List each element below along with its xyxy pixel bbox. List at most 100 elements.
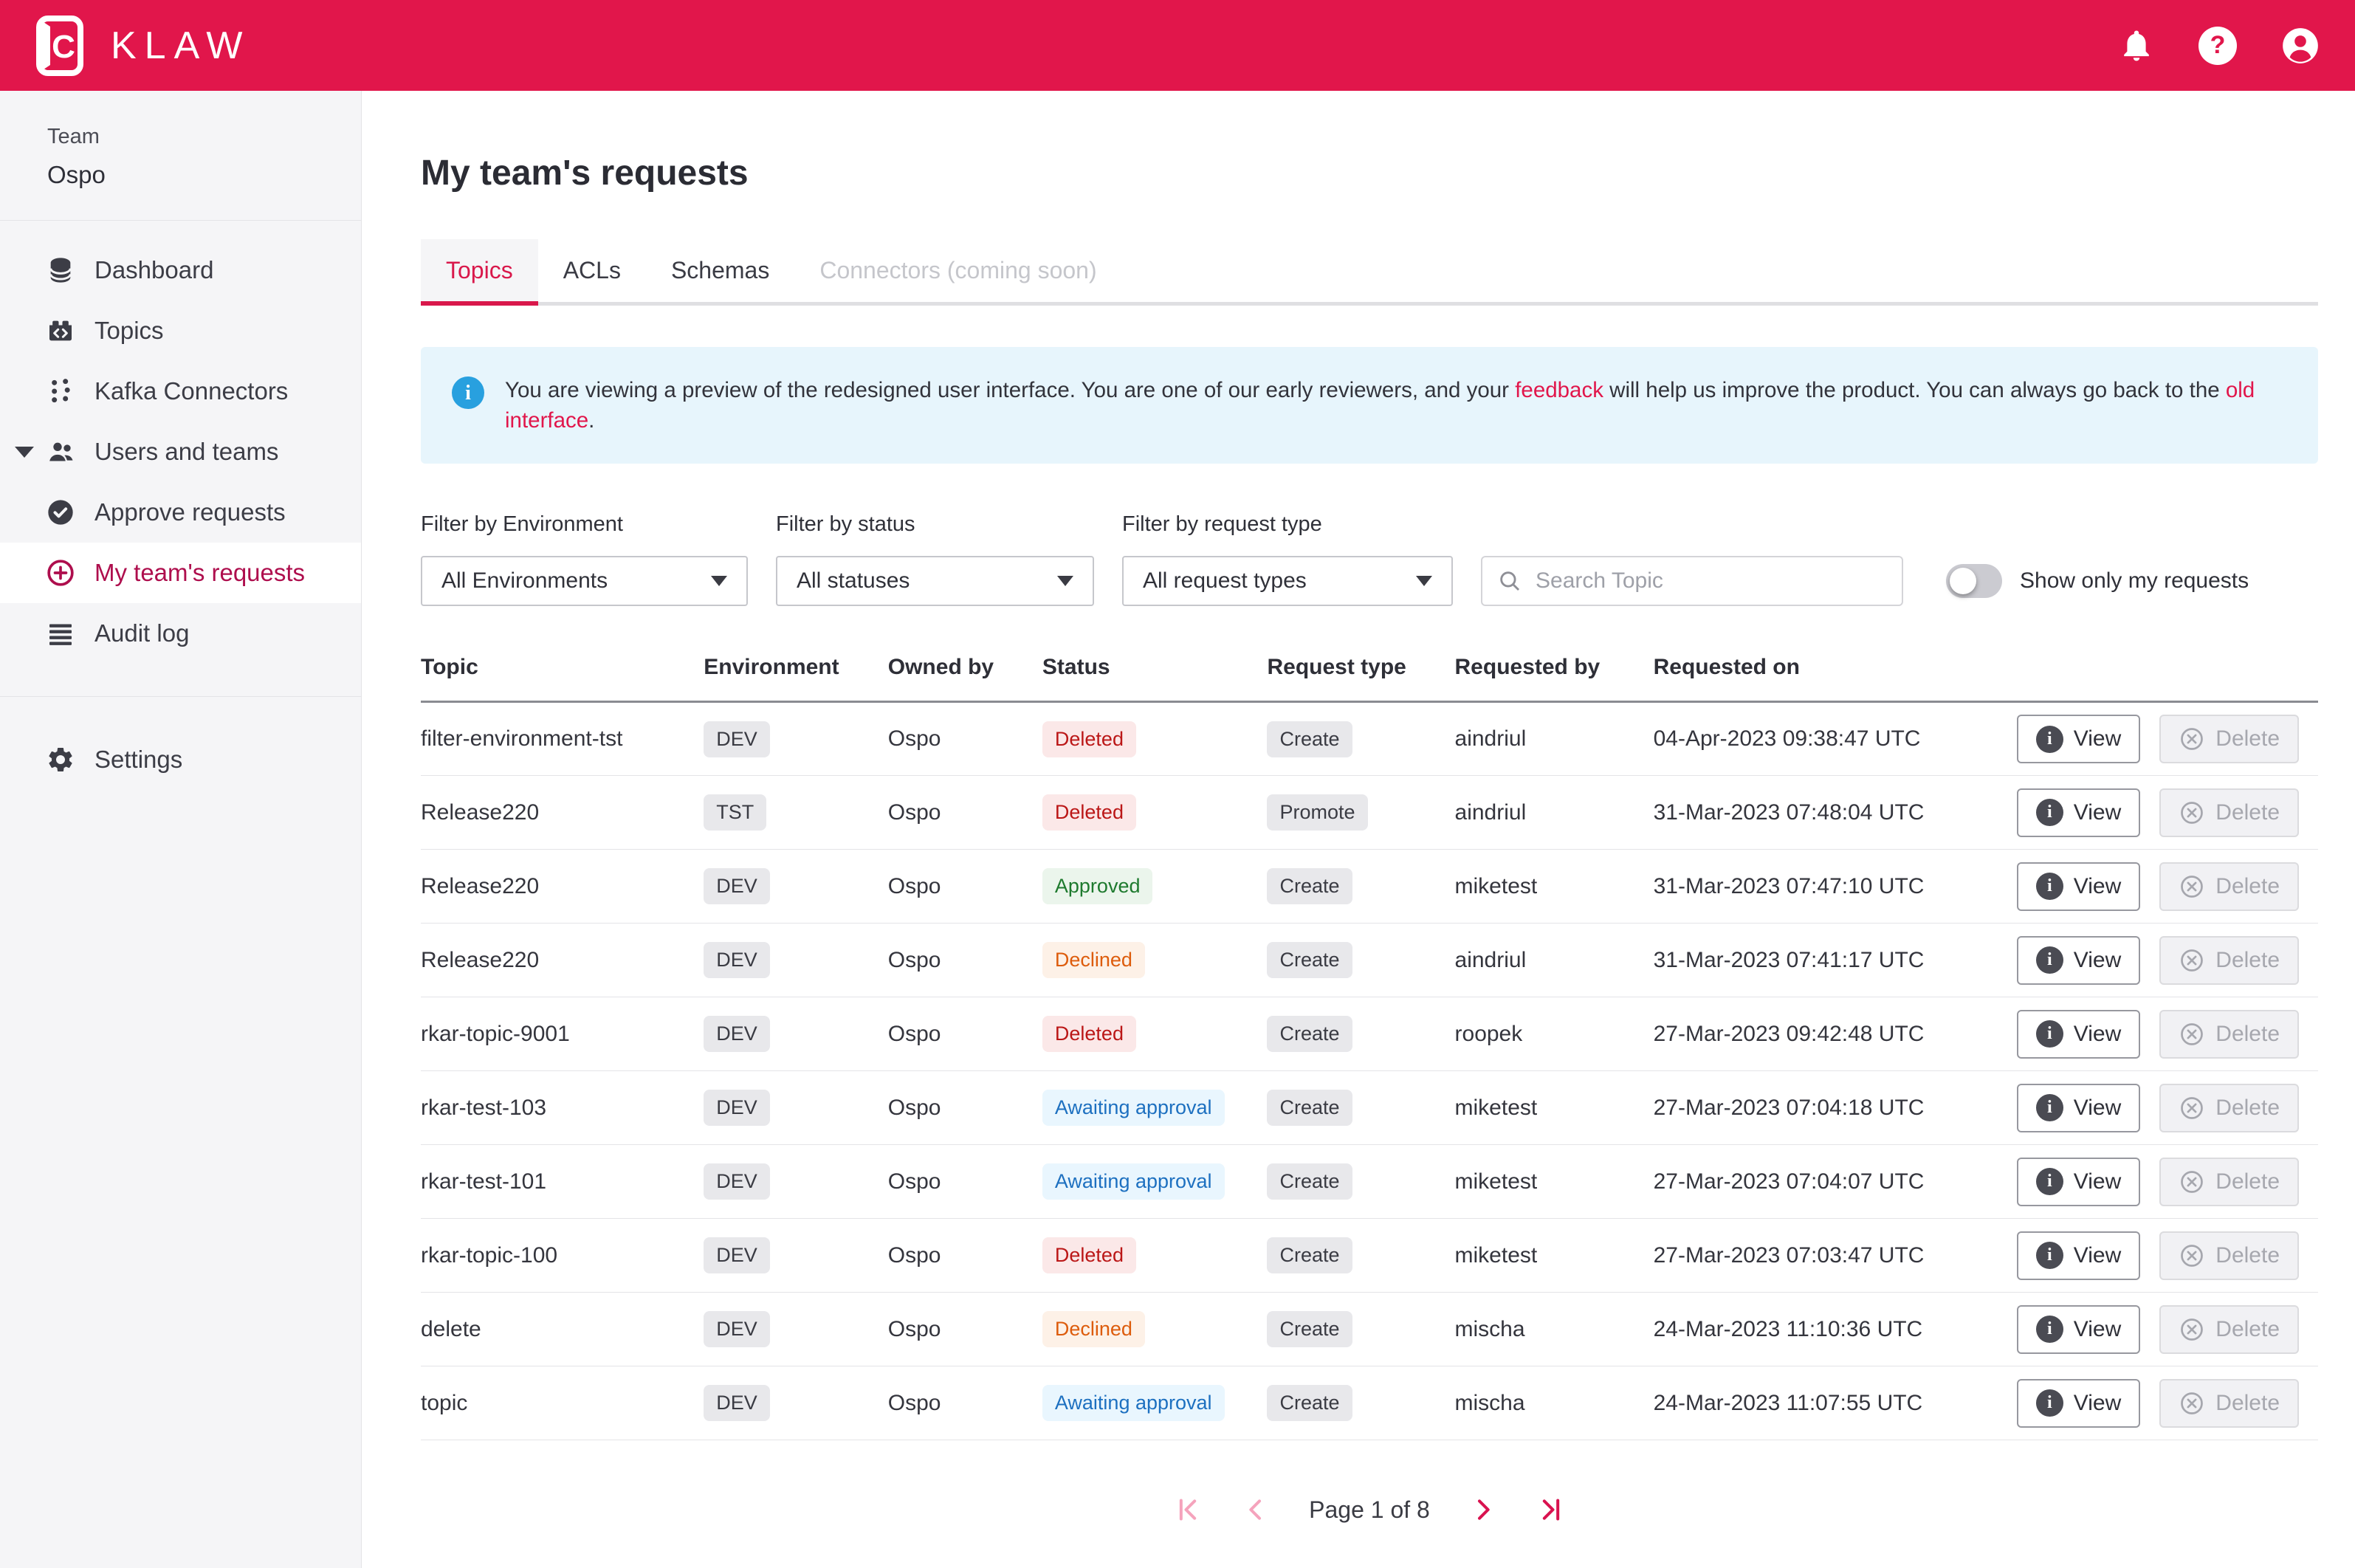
actions-cell: i View Delete — [2017, 702, 2318, 776]
sidebar-item-users-and-teams[interactable]: Users and teams — [0, 422, 361, 482]
check-circle-icon — [46, 498, 75, 527]
cross-circle-icon — [2179, 1169, 2205, 1195]
tab-schemas[interactable]: Schemas — [646, 239, 794, 302]
delete-button[interactable]: Delete — [2159, 715, 2299, 763]
requested-by-cell: miketest — [1455, 850, 1654, 924]
delete-button[interactable]: Delete — [2159, 1379, 2299, 1428]
status-badge: Deleted — [1042, 1016, 1136, 1052]
notifications-icon[interactable] — [2119, 28, 2154, 63]
view-button[interactable]: i View — [2017, 862, 2140, 911]
help-icon[interactable]: ? — [2198, 27, 2237, 65]
info-icon: i — [2036, 1168, 2063, 1195]
info-icon: i — [2036, 1242, 2063, 1269]
request-type-cell: Create — [1267, 1219, 1454, 1293]
tab-acls[interactable]: ACLs — [538, 239, 646, 302]
actions-cell: i View Delete — [2017, 1071, 2318, 1145]
cross-circle-icon — [2179, 1021, 2205, 1048]
klaw-logo[interactable]: C KLAW — [35, 15, 250, 77]
owned-by-cell: Ospo — [888, 997, 1042, 1071]
delete-button[interactable]: Delete — [2159, 1010, 2299, 1059]
profile-icon[interactable] — [2281, 27, 2320, 65]
col-topic: Topic — [421, 655, 704, 702]
environment-select[interactable]: All Environments — [421, 556, 748, 606]
search-input[interactable] — [1534, 568, 1887, 594]
request-type-cell: Create — [1267, 1145, 1454, 1219]
requested-on-cell: 27-Mar-2023 07:04:18 UTC — [1654, 1071, 2017, 1145]
delete-button[interactable]: Delete — [2159, 1305, 2299, 1354]
environment-cell: DEV — [704, 1071, 888, 1145]
sidebar-item-settings[interactable]: Settings — [0, 729, 361, 790]
previous-page-button[interactable] — [1241, 1495, 1271, 1524]
view-button[interactable]: i View — [2017, 1305, 2140, 1354]
col-requested-on: Requested on — [1654, 655, 2017, 702]
view-button[interactable]: i View — [2017, 1158, 2140, 1206]
environment-badge: DEV — [704, 1237, 770, 1273]
sidebar-item-label: Dashboard — [94, 256, 213, 284]
sidebar-item-audit-log[interactable]: Audit log — [0, 603, 361, 664]
owned-by-cell: Ospo — [888, 1366, 1042, 1440]
request-type-cell: Create — [1267, 850, 1454, 924]
sidebar-item-topics[interactable]: Topics — [0, 300, 361, 361]
tab-topics[interactable]: Topics — [421, 239, 538, 302]
requests-table: Topic Environment Owned by Status Reques… — [421, 655, 2318, 1440]
requested-by-cell: roopek — [1455, 997, 1654, 1071]
environment-badge: DEV — [704, 1385, 770, 1421]
table-row: filter-environment-tst DEV Ospo Deleted … — [421, 702, 2318, 776]
requested-by-cell: miketest — [1455, 1071, 1654, 1145]
sidebar-item-my-teams-requests[interactable]: My team's requests — [0, 543, 361, 603]
request-type-cell: Create — [1267, 702, 1454, 776]
delete-button[interactable]: Delete — [2159, 1158, 2299, 1206]
requested-on-cell: 27-Mar-2023 09:42:48 UTC — [1654, 997, 2017, 1071]
table-row: Release220 DEV Ospo Approved Create mike… — [421, 850, 2318, 924]
show-only-my-requests-toggle[interactable] — [1946, 564, 2002, 598]
status-cell: Deleted — [1042, 1219, 1268, 1293]
sidebar-item-approve-requests[interactable]: Approve requests — [0, 482, 361, 543]
delete-button[interactable]: Delete — [2159, 1084, 2299, 1132]
requested-by-cell: miketest — [1455, 1145, 1654, 1219]
delete-button[interactable]: Delete — [2159, 862, 2299, 911]
table-row: rkar-topic-9001 DEV Ospo Deleted Create … — [421, 997, 2318, 1071]
status-cell: Awaiting approval — [1042, 1366, 1268, 1440]
view-button[interactable]: i View — [2017, 1231, 2140, 1280]
sidebar-item-label: Audit log — [94, 619, 189, 647]
info-icon: i — [2036, 726, 2063, 753]
first-page-button[interactable] — [1173, 1495, 1203, 1524]
caret-down-icon — [711, 576, 727, 586]
environment-cell: TST — [704, 776, 888, 850]
delete-button[interactable]: Delete — [2159, 936, 2299, 985]
view-button[interactable]: i View — [2017, 715, 2140, 763]
last-page-button[interactable] — [1536, 1495, 1566, 1524]
request-type-cell: Create — [1267, 924, 1454, 997]
requested-on-cell: 27-Mar-2023 07:03:47 UTC — [1654, 1219, 2017, 1293]
topic-cell: rkar-topic-100 — [421, 1219, 704, 1293]
delete-button[interactable]: Delete — [2159, 788, 2299, 837]
requested-on-cell: 31-Mar-2023 07:47:10 UTC — [1654, 850, 2017, 924]
col-actions — [2017, 655, 2318, 702]
view-button[interactable]: i View — [2017, 1084, 2140, 1132]
request-type-select[interactable]: All request types — [1122, 556, 1453, 606]
environment-badge: TST — [704, 794, 766, 831]
view-button[interactable]: i View — [2017, 936, 2140, 985]
view-button[interactable]: i View — [2017, 1379, 2140, 1428]
next-page-button[interactable] — [1468, 1495, 1498, 1524]
request-type-filter-label: Filter by request type — [1122, 512, 1453, 537]
view-button[interactable]: i View — [2017, 1010, 2140, 1059]
request-type-badge: Create — [1267, 942, 1352, 978]
status-select[interactable]: All statuses — [776, 556, 1094, 606]
sidebar-item-dashboard[interactable]: Dashboard — [0, 240, 361, 300]
requested-by-cell: aindriul — [1455, 702, 1654, 776]
delete-button[interactable]: Delete — [2159, 1231, 2299, 1280]
requested-by-cell: mischa — [1455, 1293, 1654, 1366]
requested-on-cell: 24-Mar-2023 11:10:36 UTC — [1654, 1293, 2017, 1366]
request-type-badge: Create — [1267, 721, 1352, 757]
owned-by-cell: Ospo — [888, 1071, 1042, 1145]
sidebar-item-label: My team's requests — [94, 559, 305, 587]
sidebar-item-kafka-connectors[interactable]: Kafka Connectors — [0, 361, 361, 422]
requested-by-cell: miketest — [1455, 1219, 1654, 1293]
view-button[interactable]: i View — [2017, 788, 2140, 837]
owned-by-cell: Ospo — [888, 1145, 1042, 1219]
cross-circle-icon — [2179, 726, 2205, 752]
environment-badge: DEV — [704, 721, 770, 757]
list-icon — [46, 619, 75, 648]
feedback-link[interactable]: feedback — [1515, 378, 1603, 402]
